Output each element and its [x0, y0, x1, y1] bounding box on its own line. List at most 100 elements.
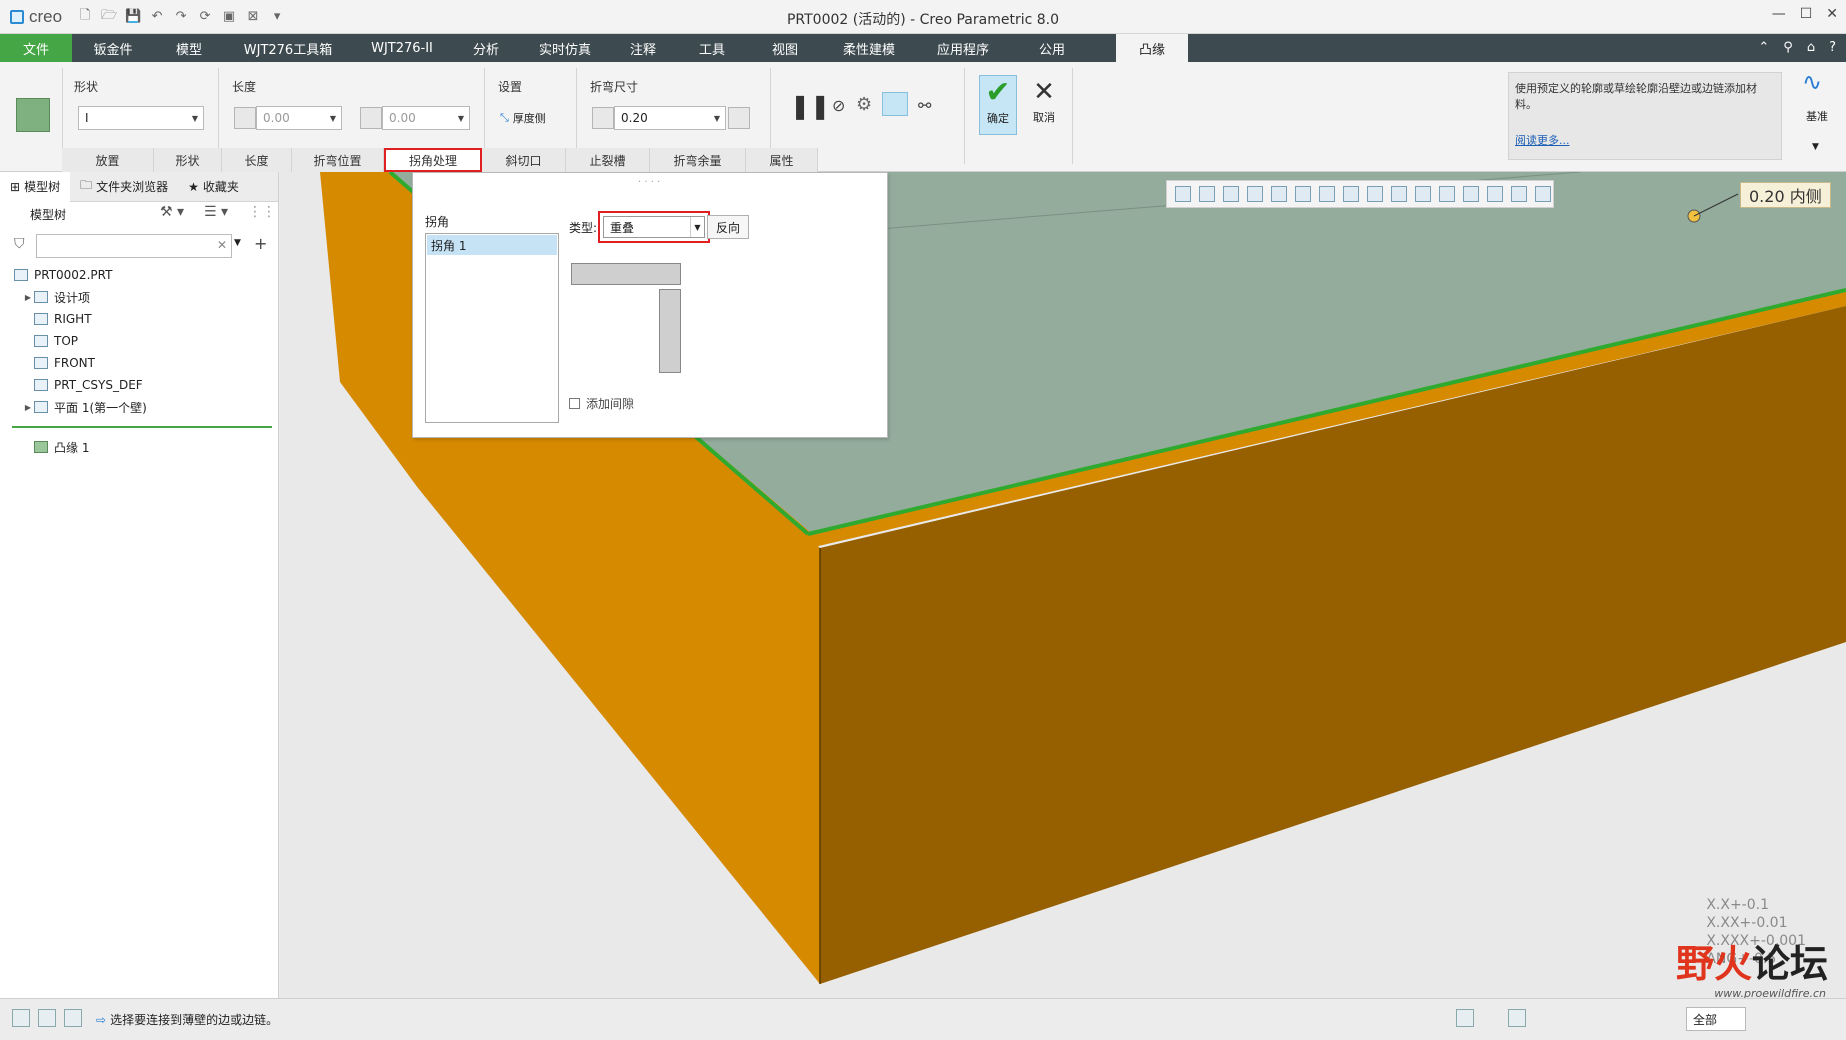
tab-favorites[interactable]: ★ 收藏夹: [178, 172, 249, 202]
new-file-icon[interactable]: 🗋: [76, 8, 94, 26]
subtab[interactable]: 形状: [154, 148, 222, 172]
shape-combo[interactable]: I ▼: [78, 106, 204, 130]
no-preview-icon[interactable]: ⊘: [832, 96, 845, 115]
menu-tab[interactable]: 钣金件: [72, 34, 154, 62]
minimize-icon[interactable]: —: [1772, 6, 1786, 22]
close-icon[interactable]: ✕: [1826, 6, 1838, 22]
datum-icon[interactable]: ∿: [1802, 68, 1830, 96]
subtab[interactable]: 属性: [746, 148, 818, 172]
tree-item[interactable]: PRT_CSYS_DEF: [0, 374, 279, 396]
tree-item[interactable]: FRONT: [0, 352, 279, 374]
menu-tab[interactable]: 柔性建模: [822, 34, 916, 62]
customize-dropdown-icon[interactable]: ▾: [268, 8, 286, 26]
subtab[interactable]: 拐角处理: [384, 148, 482, 172]
tree-item[interactable]: ▶ 设计项: [0, 286, 279, 308]
view-icon[interactable]: [1247, 186, 1263, 202]
menu-tab[interactable]: 公用: [1010, 34, 1094, 62]
redo-icon[interactable]: ↷: [172, 8, 190, 26]
menu-tab[interactable]: WJT276工具箱: [224, 34, 352, 62]
window-icon[interactable]: ▣: [220, 8, 238, 26]
glasses-icon[interactable]: ⚯: [918, 96, 931, 115]
help-dropdown-icon[interactable]: ⌂: [1807, 40, 1815, 55]
open-file-icon[interactable]: 🗁: [100, 8, 118, 26]
subtab[interactable]: 放置: [62, 148, 154, 172]
zoom-out-icon[interactable]: [1199, 186, 1215, 202]
menu-tab[interactable]: WJT276-II: [352, 34, 452, 62]
subtab[interactable]: 折弯余量: [650, 148, 746, 172]
tree-item[interactable]: PRT0002.PRT: [0, 264, 279, 286]
selection-icon[interactable]: [1456, 1009, 1474, 1027]
csys-icon[interactable]: [1439, 186, 1455, 202]
length-value-1-input[interactable]: 0.00 ▼: [256, 106, 342, 130]
tree-item[interactable]: TOP: [0, 330, 279, 352]
menu-tab[interactable]: 应用程序: [916, 34, 1010, 62]
pause-regeneration-icon[interactable]: [1511, 186, 1527, 202]
search-icon[interactable]: ⚲: [1783, 40, 1793, 55]
save-icon[interactable]: 💾: [124, 8, 142, 26]
corner-list-item[interactable]: 拐角 1: [427, 235, 557, 255]
subtab[interactable]: 止裂槽: [566, 148, 650, 172]
datum-dropdown-icon[interactable]: ▼: [1812, 142, 1819, 152]
bend-dim-input[interactable]: 0.20 ▼: [614, 106, 726, 130]
read-more-link[interactable]: 阅读更多...: [1515, 133, 1570, 149]
tab-folder-browser[interactable]: 🗀 文件夹浏览器: [70, 172, 178, 202]
dimension-label[interactable]: 0.20 内侧: [1740, 182, 1831, 208]
repaint-icon[interactable]: [1535, 186, 1551, 202]
refit-icon[interactable]: [1223, 186, 1239, 202]
undo-icon[interactable]: ↶: [148, 8, 166, 26]
find-icon[interactable]: [1508, 1009, 1526, 1027]
expand-icon[interactable]: ▶: [22, 403, 34, 412]
section-icon[interactable]: [1343, 186, 1359, 202]
browser-icon[interactable]: [38, 1009, 56, 1027]
ok-button[interactable]: ✔ 确定: [979, 75, 1017, 135]
type-select[interactable]: 重叠 ▼: [603, 216, 705, 238]
maximize-icon[interactable]: ☐: [1800, 6, 1813, 22]
selection-filter[interactable]: 全部: [1686, 1007, 1746, 1031]
display-style-icon[interactable]: [1271, 186, 1287, 202]
datum-points-icon[interactable]: [1415, 186, 1431, 202]
preview-icon[interactable]: ⚙: [856, 94, 872, 115]
regenerate-icon[interactable]: ⟳: [196, 8, 214, 26]
bend-inside-icon[interactable]: [728, 107, 750, 129]
menu-tab[interactable]: 实时仿真: [520, 34, 610, 62]
length-type-2-icon[interactable]: [360, 107, 382, 129]
close-window-icon[interactable]: ⊠: [244, 8, 262, 26]
full-screen-icon[interactable]: [64, 1009, 82, 1027]
tree-item[interactable]: ▶ 平面 1(第一个壁): [0, 396, 279, 418]
saved-views-icon[interactable]: [1295, 186, 1311, 202]
tree-columns-icon[interactable]: ⋮⋮: [248, 204, 276, 220]
tree-filters-icon[interactable]: ☰ ▾: [204, 204, 228, 220]
tab-model-tree[interactable]: ⊞ 模型树: [0, 171, 71, 202]
add-gap-checkbox[interactable]: 添加间隙: [569, 395, 634, 412]
collapse-ribbon-icon[interactable]: ⌃: [1758, 40, 1769, 55]
add-icon[interactable]: +: [254, 234, 267, 253]
annotations-icon[interactable]: [1463, 186, 1479, 202]
tree-item-flange[interactable]: 凸缘 1: [34, 436, 89, 458]
tree-item[interactable]: RIGHT: [0, 308, 279, 330]
reverse-button[interactable]: 反向: [707, 215, 749, 239]
panel-grip[interactable]: · · · ·: [638, 177, 660, 188]
length-value-2-input[interactable]: 0.00 ▼: [382, 106, 470, 130]
perspective-icon[interactable]: [1319, 186, 1335, 202]
subtab[interactable]: 斜切口: [482, 148, 566, 172]
spin-center-icon[interactable]: [1487, 186, 1503, 202]
subtab[interactable]: 长度: [222, 148, 292, 172]
length-type-icon[interactable]: [234, 107, 256, 129]
cancel-button[interactable]: ✕ 取消: [1025, 75, 1063, 135]
menu-tab[interactable]: 凸缘: [1116, 34, 1188, 62]
tree-search-input[interactable]: ✕: [36, 234, 232, 258]
zoom-in-icon[interactable]: [1175, 186, 1191, 202]
menu-tab[interactable]: 工具: [676, 34, 748, 62]
datum-label[interactable]: 基准: [1806, 108, 1828, 124]
datum-axes-icon[interactable]: [1391, 186, 1407, 202]
tree-settings-icon[interactable]: ⚒ ▾: [160, 204, 184, 220]
menu-tab[interactable]: 文件: [0, 34, 72, 62]
datum-planes-icon[interactable]: [1367, 186, 1383, 202]
menu-tab[interactable]: 模型: [154, 34, 224, 62]
help-icon[interactable]: ?: [1829, 40, 1836, 55]
thickness-side-button[interactable]: ⤡ 厚度侧: [500, 110, 546, 126]
menu-tab[interactable]: 分析: [452, 34, 520, 62]
bend-radius-icon[interactable]: [592, 107, 614, 129]
menu-tab[interactable]: 注释: [610, 34, 676, 62]
expand-icon[interactable]: ▶: [22, 293, 34, 302]
